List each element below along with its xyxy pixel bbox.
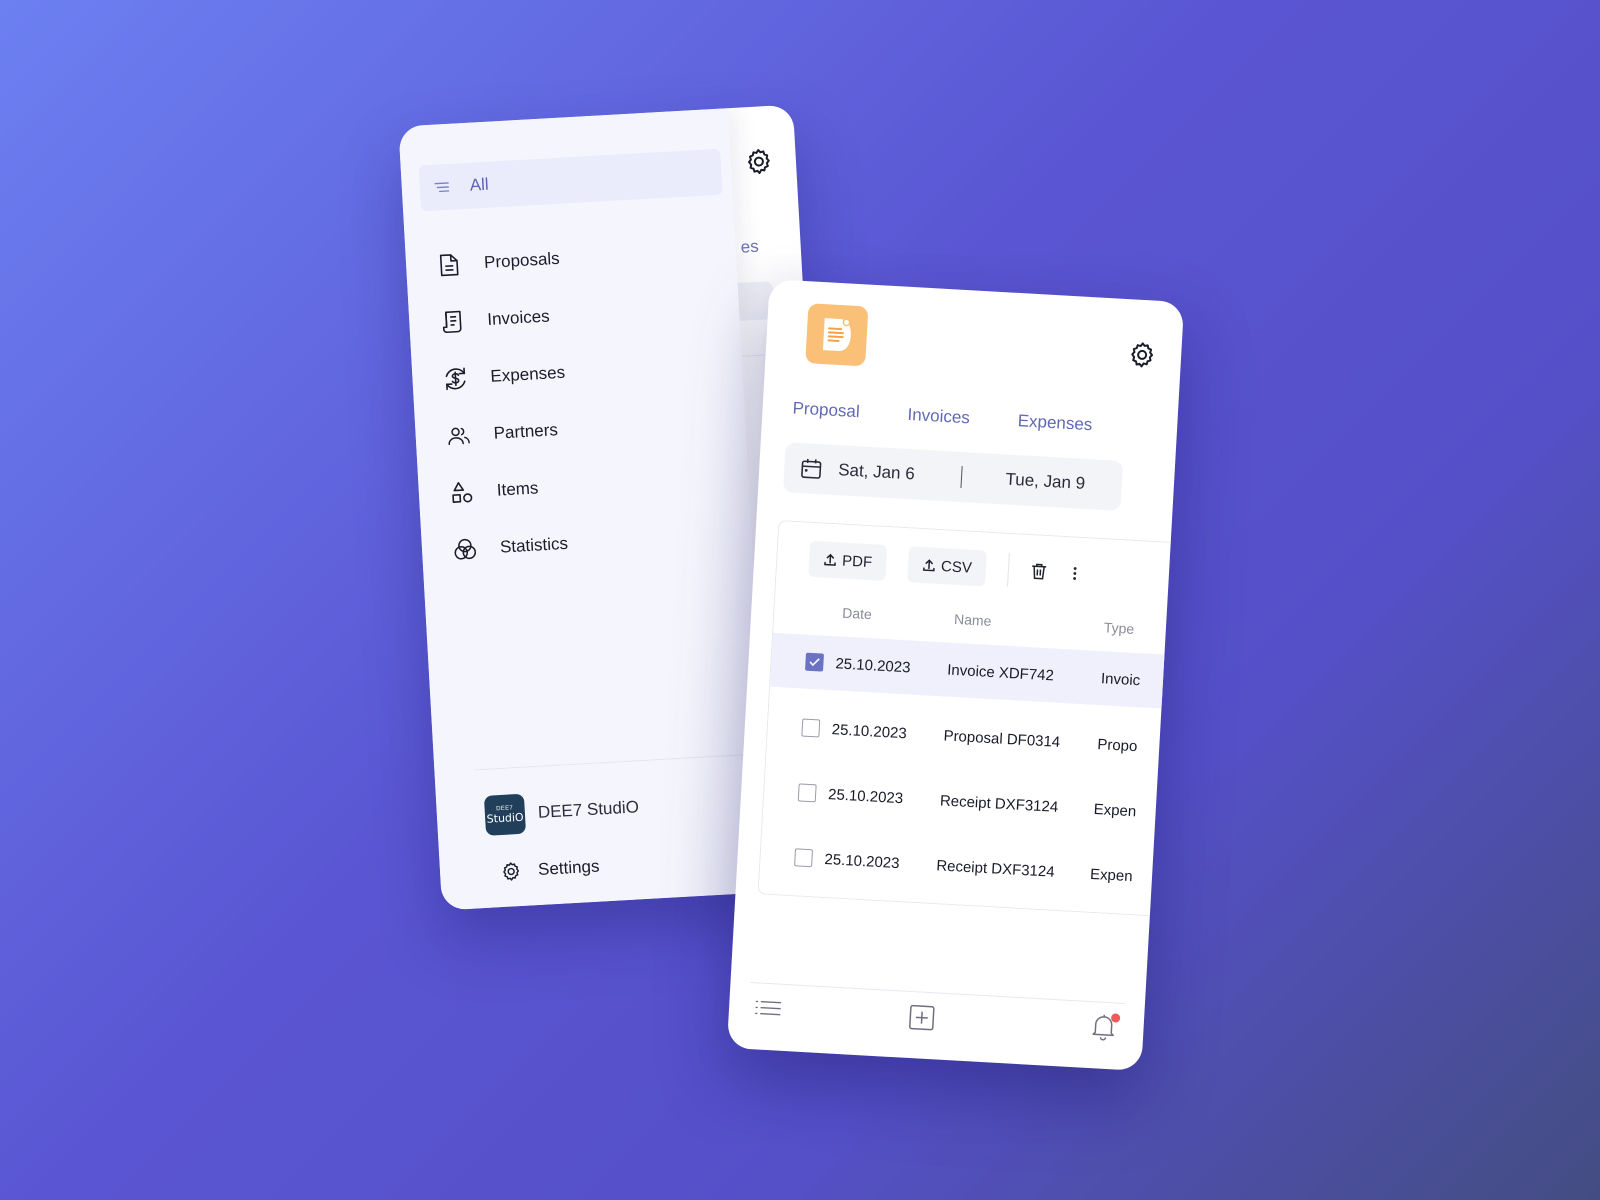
row-name: Proposal DF0314 — [943, 726, 1061, 751]
row-type: Invoic — [1100, 669, 1141, 689]
table-toolbar: PDF CSV — [808, 540, 1103, 593]
upload-icon — [922, 558, 937, 573]
app-logo — [805, 303, 869, 367]
row-checkbox[interactable] — [797, 783, 817, 803]
sidebar-item-label: Expenses — [489, 362, 566, 386]
notification-badge — [1110, 1013, 1121, 1023]
table-row[interactable]: 25.10.2023 Proposal DF0314 Propo — [766, 699, 1184, 776]
sidebar-item-statistics[interactable]: Statistics — [451, 514, 578, 578]
sidebar-item-label: All — [469, 174, 490, 195]
row-checkbox[interactable] — [794, 848, 814, 868]
sidebar-item-expenses[interactable]: Expenses — [441, 344, 568, 408]
list-icon[interactable] — [755, 999, 782, 1016]
tab-proposal[interactable]: Proposal — [792, 399, 860, 423]
button-label: PDF — [841, 552, 873, 571]
menu-lines-icon — [434, 181, 451, 194]
sidebar-item-proposals[interactable]: Proposals — [435, 230, 562, 294]
check-icon — [809, 658, 820, 667]
upload-icon — [823, 552, 838, 567]
sidebar-nav: Proposals Invoices Expenses Partners Ite… — [435, 230, 578, 578]
venn-icon — [451, 535, 478, 562]
documents-table: PDF CSV Date Name Type 25.10.2023 Invoic… — [757, 519, 1185, 918]
users-icon — [445, 422, 472, 449]
sidebar-item-items[interactable]: Items — [447, 458, 574, 522]
tab-expenses[interactable]: Expenses — [1017, 411, 1093, 435]
sidebar-item-label: Proposals — [483, 248, 561, 272]
table-row[interactable]: 25.10.2023 Receipt DXF3124 Expen — [759, 828, 1180, 905]
export-csv-button[interactable]: CSV — [907, 546, 987, 587]
more-vertical-icon[interactable] — [1072, 565, 1077, 581]
sidebar-item-label: Statistics — [499, 533, 569, 557]
export-pdf-button[interactable]: PDF — [808, 540, 888, 581]
column-header-name[interactable]: Name — [954, 611, 992, 629]
studio-logo: DEE7 StudiO — [483, 793, 527, 836]
workspace-switcher[interactable]: DEE7 StudiO DEE7 StudiO — [483, 787, 640, 836]
sidebar-item-invoices[interactable]: Invoices — [438, 287, 565, 351]
row-name: Receipt DXF3124 — [939, 791, 1059, 816]
date-separator — [960, 465, 963, 489]
divider — [1006, 552, 1010, 587]
table-row[interactable]: 25.10.2023 Receipt DXF3124 Expen — [763, 764, 1184, 841]
row-date: 25.10.2023 — [834, 654, 911, 676]
row-checkbox[interactable] — [805, 652, 824, 672]
button-label: CSV — [940, 557, 973, 577]
row-name: Receipt DXF3124 — [935, 856, 1056, 881]
row-type: Expen — [1089, 865, 1134, 885]
gear-icon — [500, 860, 523, 883]
shapes-icon — [448, 478, 475, 505]
document-logo-icon — [822, 318, 851, 351]
receipt-icon — [439, 308, 466, 335]
sidebar-item-label: Items — [496, 477, 539, 500]
dollar-refresh-icon — [442, 365, 469, 392]
logo-text: StudiO — [486, 810, 524, 826]
workspace-name: DEE7 StudiO — [537, 797, 640, 822]
date-range-picker[interactable]: Sat, Jan 6 Tue, Jan 9 — [782, 442, 1124, 511]
documents-screen: Proposal Invoices Expenses Sat, Jan 6 Tu… — [726, 279, 1185, 1071]
row-date: 25.10.2023 — [831, 720, 908, 742]
sidebar-item-label: Partners — [493, 419, 559, 443]
start-date[interactable]: Sat, Jan 6 — [838, 460, 916, 484]
trash-icon[interactable] — [1030, 562, 1047, 581]
tab-fragment: es — [740, 236, 760, 257]
row-date: 25.10.2023 — [824, 850, 900, 872]
document-icon — [435, 251, 462, 278]
sidebar-item-partners[interactable]: Partners — [444, 401, 571, 465]
add-icon[interactable] — [908, 1004, 935, 1031]
row-type: Propo — [1096, 735, 1138, 755]
gear-icon[interactable] — [743, 146, 775, 178]
sidebar-item-label: Invoices — [486, 306, 551, 329]
divider — [474, 753, 764, 771]
row-date: 25.10.2023 — [827, 785, 904, 807]
end-date[interactable]: Tue, Jan 9 — [1005, 470, 1086, 494]
gear-icon[interactable] — [1126, 339, 1158, 371]
canvas: es F7 D All Proposals — [0, 0, 1600, 1200]
calendar-icon — [800, 457, 823, 480]
sidebar-item-settings[interactable]: Settings — [500, 856, 601, 884]
settings-label: Settings — [537, 856, 600, 879]
row-name: Invoice XDF742 — [946, 661, 1055, 684]
column-header-type[interactable]: Type — [1103, 619, 1134, 637]
sidebar-item-all[interactable]: All — [418, 148, 723, 212]
row-type: Expen — [1093, 800, 1137, 820]
row-checkbox[interactable] — [801, 718, 821, 738]
tab-bar: Proposal Invoices Expenses — [792, 399, 1141, 438]
sidebar-drawer: All Proposals Invoices Expenses Partners… — [398, 108, 772, 911]
tab-invoices[interactable]: Invoices — [907, 405, 970, 428]
column-header-date[interactable]: Date — [842, 605, 872, 623]
